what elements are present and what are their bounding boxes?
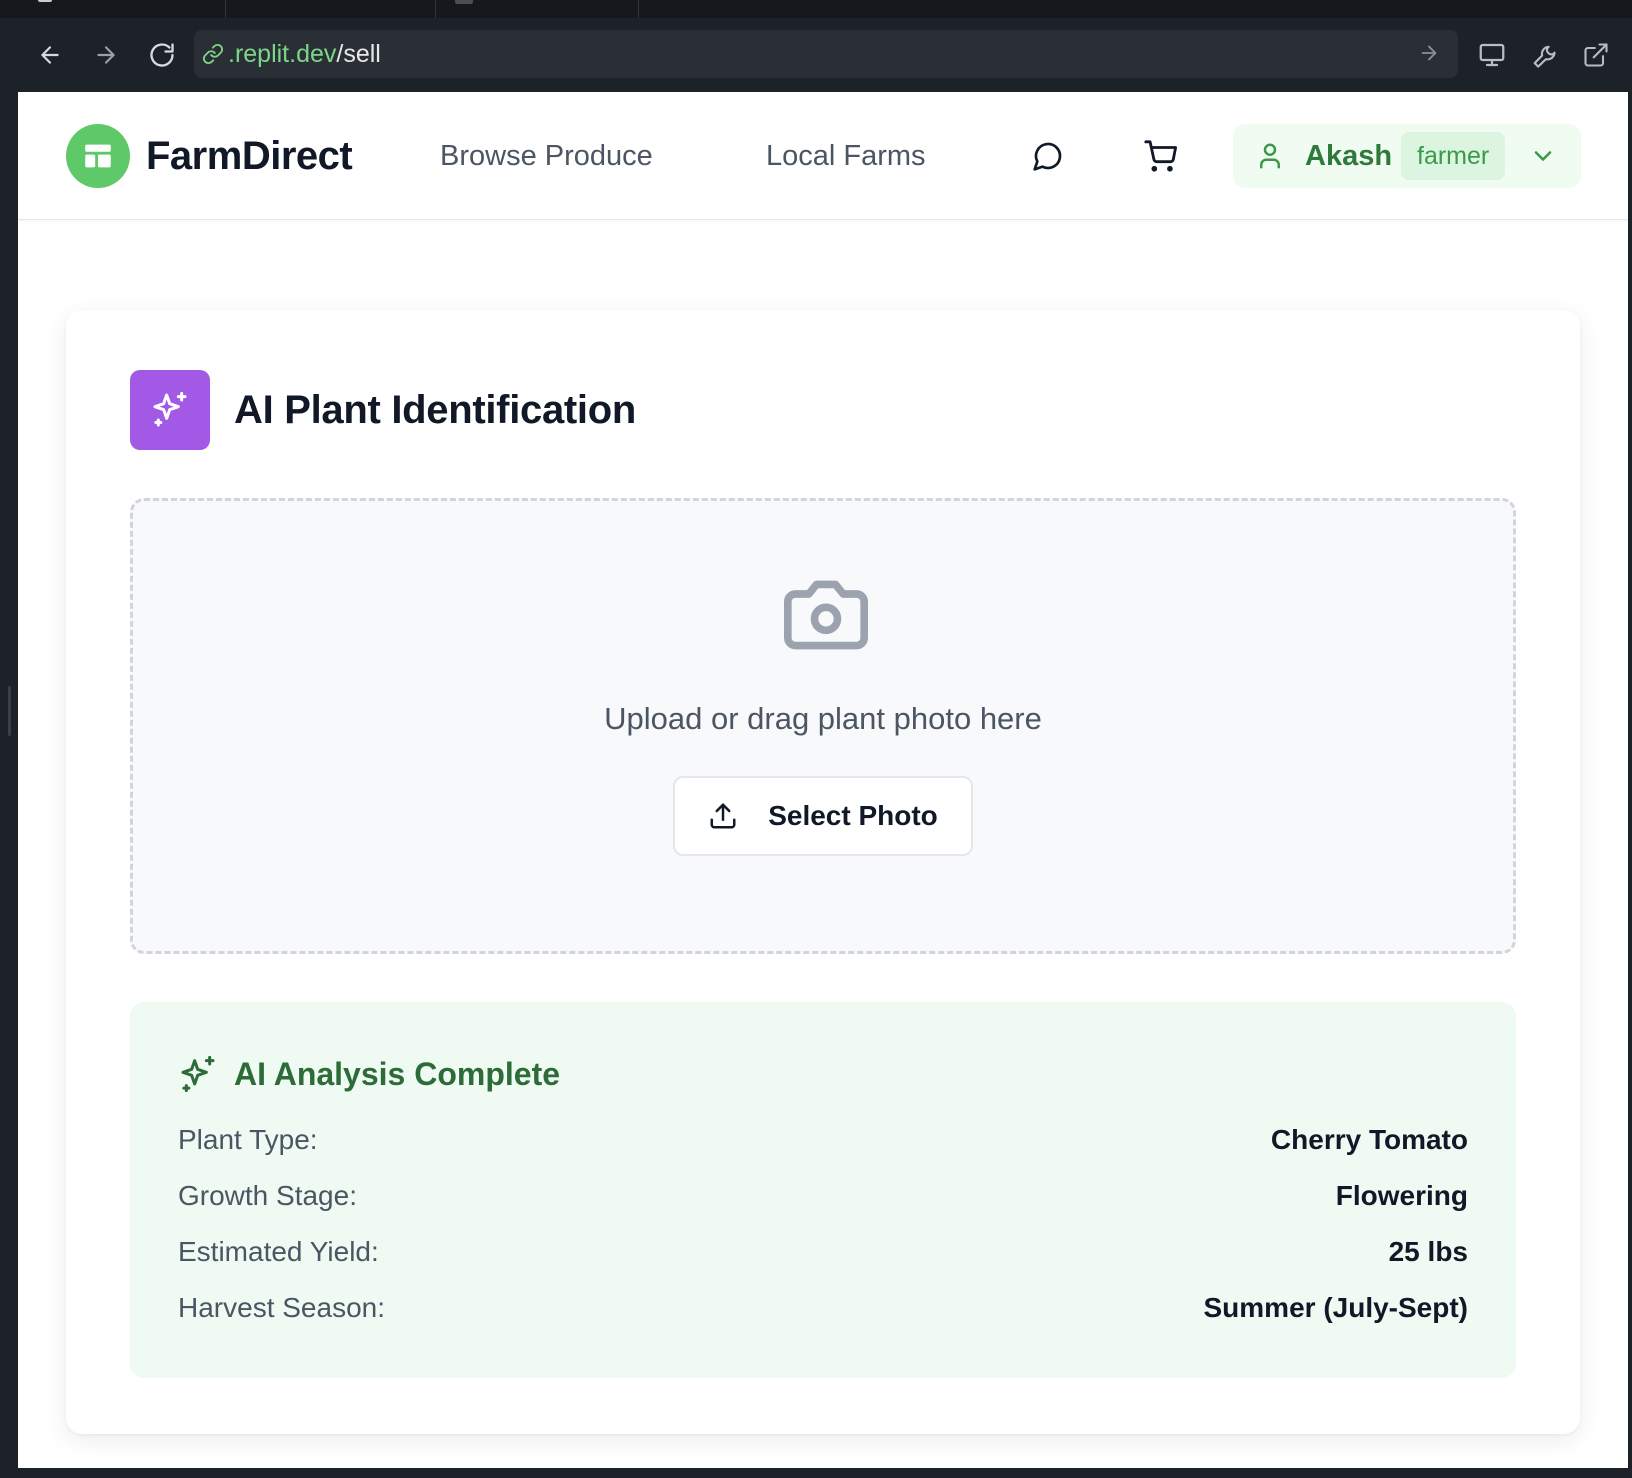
- browser-toolbar: .replit.dev/sell: [0, 18, 1632, 92]
- logo[interactable]: [66, 124, 130, 188]
- page: FarmDirect Browse Produce Local Farms Ak…: [18, 92, 1628, 1468]
- camera-icon: [783, 580, 868, 650]
- messages-button[interactable]: [1028, 136, 1068, 176]
- forward-button[interactable]: [86, 35, 126, 75]
- reload-icon: [150, 43, 174, 67]
- select-photo-button[interactable]: Select Photo: [673, 776, 973, 856]
- analysis-label: Harvest Season:: [178, 1292, 385, 1323]
- chevron-down-icon[interactable]: [1529, 142, 1557, 170]
- chat-icon: [1033, 142, 1062, 171]
- sparkles-icon: [181, 1055, 215, 1093]
- devtools-button[interactable]: [1524, 35, 1564, 75]
- ai-identification-card: AI Plant Identification Upload or drag p…: [66, 310, 1580, 1434]
- dropzone-prompt: Upload or drag plant photo here: [604, 701, 1042, 736]
- forward-icon: [97, 46, 115, 64]
- nav-link-browse-produce[interactable]: Browse Produce: [440, 140, 653, 173]
- back-icon: [41, 46, 59, 64]
- nav-link-local-farms[interactable]: Local Farms: [766, 140, 926, 173]
- desktop-view-button[interactable]: [1472, 35, 1512, 75]
- analysis-row-estimated-yield: Estimated Yield: 25 lbs: [178, 1232, 1468, 1272]
- analysis-label: Plant Type:: [178, 1124, 318, 1155]
- upload-icon: [710, 803, 736, 829]
- url-host: .replit.dev: [228, 39, 337, 68]
- store-icon: [85, 144, 111, 168]
- wrench-icon: [1533, 45, 1556, 68]
- browser-tabstrip: [0, 0, 1632, 18]
- analysis-label: Growth Stage:: [178, 1180, 357, 1211]
- address-bar[interactable]: .replit.dev/sell: [194, 30, 1458, 78]
- window-right-edge: [1628, 92, 1632, 1478]
- select-photo-label: Select Photo: [768, 800, 938, 831]
- cart-button[interactable]: [1140, 136, 1180, 176]
- analysis-panel: AI Analysis Complete Plant Type: Cherry …: [130, 1002, 1516, 1378]
- user-name: Akash: [1305, 140, 1393, 172]
- tab-separator: [638, 0, 639, 18]
- window-bottom-edge: [0, 1468, 1632, 1478]
- card-title: AI Plant Identification: [234, 388, 637, 432]
- tab-separator: [225, 0, 226, 18]
- user-menu[interactable]: Akash farmer: [1233, 124, 1581, 188]
- link-icon: [202, 43, 224, 65]
- analysis-row-harvest-season: Harvest Season: Summer (July-Sept): [178, 1288, 1468, 1328]
- analysis-value: Cherry Tomato: [1270, 1124, 1468, 1155]
- external-link-icon: [1584, 43, 1608, 67]
- sparkles-icon: [153, 391, 187, 427]
- analysis-value: Flowering: [1335, 1180, 1468, 1211]
- analysis-label: Estimated Yield:: [178, 1236, 379, 1267]
- open-external-button[interactable]: [1576, 35, 1616, 75]
- url-path: /sell: [336, 39, 381, 68]
- analysis-title: AI Analysis Complete: [234, 1056, 561, 1092]
- tab-indicator: [38, 0, 52, 2]
- resize-grip[interactable]: [8, 686, 11, 736]
- analysis-value: Summer (July-Sept): [1203, 1292, 1469, 1323]
- photo-dropzone[interactable]: Upload or drag plant photo here Select P…: [130, 498, 1516, 954]
- window-left-edge: [0, 92, 18, 1478]
- back-button[interactable]: [30, 35, 70, 75]
- brand-name[interactable]: FarmDirect: [146, 134, 353, 179]
- role-badge: farmer: [1401, 132, 1506, 180]
- analysis-row-plant-type: Plant Type: Cherry Tomato: [178, 1120, 1468, 1160]
- tab-favicon[interactable]: [455, 0, 473, 4]
- cart-icon: [1144, 140, 1177, 172]
- tab-separator: [435, 0, 436, 18]
- analysis-value: 25 lbs: [1388, 1236, 1468, 1267]
- ai-badge: [130, 370, 210, 450]
- user-icon: [1260, 143, 1280, 169]
- analysis-row-growth-stage: Growth Stage: Flowering: [178, 1176, 1468, 1216]
- top-navbar: FarmDirect Browse Produce Local Farms Ak…: [18, 92, 1628, 220]
- go-icon[interactable]: [1418, 42, 1440, 64]
- reload-button[interactable]: [142, 35, 182, 75]
- desktop-icon: [1479, 43, 1505, 67]
